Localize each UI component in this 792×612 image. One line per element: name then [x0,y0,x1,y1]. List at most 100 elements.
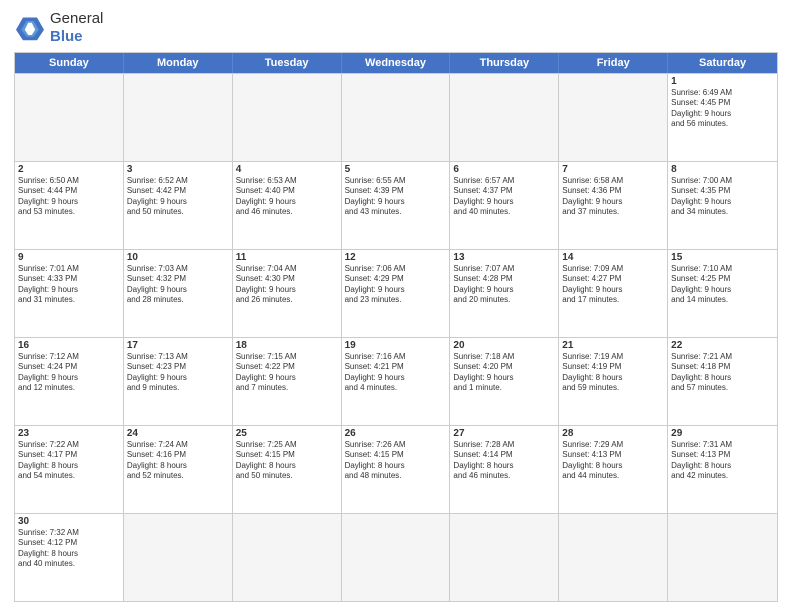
day-info: Sunrise: 7:07 AM Sunset: 4:28 PM Dayligh… [453,264,555,306]
calendar-cell: 9Sunrise: 7:01 AM Sunset: 4:33 PM Daylig… [15,250,124,337]
day-info: Sunrise: 7:03 AM Sunset: 4:32 PM Dayligh… [127,264,229,306]
calendar-cell: 3Sunrise: 6:52 AM Sunset: 4:42 PM Daylig… [124,162,233,249]
calendar-row-4: 23Sunrise: 7:22 AM Sunset: 4:17 PM Dayli… [15,425,777,513]
header-day-saturday: Saturday [668,53,777,73]
calendar-cell: 14Sunrise: 7:09 AM Sunset: 4:27 PM Dayli… [559,250,668,337]
calendar-cell: 25Sunrise: 7:25 AM Sunset: 4:15 PM Dayli… [233,426,342,513]
calendar-row-5: 30Sunrise: 7:32 AM Sunset: 4:12 PM Dayli… [15,513,777,601]
day-number: 23 [18,428,120,439]
calendar-body: 1Sunrise: 6:49 AM Sunset: 4:45 PM Daylig… [15,73,777,601]
day-number: 17 [127,340,229,351]
day-number: 12 [345,252,447,263]
calendar-cell: 30Sunrise: 7:32 AM Sunset: 4:12 PM Dayli… [15,514,124,601]
header-day-thursday: Thursday [450,53,559,73]
header: General Blue [14,10,778,46]
day-info: Sunrise: 7:31 AM Sunset: 4:13 PM Dayligh… [671,440,774,482]
day-number: 18 [236,340,338,351]
day-info: Sunrise: 7:22 AM Sunset: 4:17 PM Dayligh… [18,440,120,482]
calendar-row-3: 16Sunrise: 7:12 AM Sunset: 4:24 PM Dayli… [15,337,777,425]
calendar-cell: 6Sunrise: 6:57 AM Sunset: 4:37 PM Daylig… [450,162,559,249]
calendar-cell [450,514,559,601]
logo: General Blue [14,10,103,46]
calendar-row-0: 1Sunrise: 6:49 AM Sunset: 4:45 PM Daylig… [15,73,777,161]
page: General Blue SundayMondayTuesdayWednesda… [0,0,792,612]
calendar-cell [233,74,342,161]
day-number: 21 [562,340,664,351]
day-number: 11 [236,252,338,263]
day-info: Sunrise: 6:57 AM Sunset: 4:37 PM Dayligh… [453,176,555,218]
calendar-cell: 13Sunrise: 7:07 AM Sunset: 4:28 PM Dayli… [450,250,559,337]
day-info: Sunrise: 7:25 AM Sunset: 4:15 PM Dayligh… [236,440,338,482]
calendar: SundayMondayTuesdayWednesdayThursdayFrid… [14,52,778,602]
calendar-cell [342,74,451,161]
day-info: Sunrise: 7:13 AM Sunset: 4:23 PM Dayligh… [127,352,229,394]
day-number: 7 [562,164,664,175]
day-number: 27 [453,428,555,439]
day-info: Sunrise: 7:09 AM Sunset: 4:27 PM Dayligh… [562,264,664,306]
day-info: Sunrise: 6:55 AM Sunset: 4:39 PM Dayligh… [345,176,447,218]
day-number: 25 [236,428,338,439]
calendar-cell: 24Sunrise: 7:24 AM Sunset: 4:16 PM Dayli… [124,426,233,513]
day-info: Sunrise: 6:50 AM Sunset: 4:44 PM Dayligh… [18,176,120,218]
day-info: Sunrise: 6:52 AM Sunset: 4:42 PM Dayligh… [127,176,229,218]
header-day-monday: Monday [124,53,233,73]
calendar-cell: 23Sunrise: 7:22 AM Sunset: 4:17 PM Dayli… [15,426,124,513]
day-number: 24 [127,428,229,439]
day-number: 13 [453,252,555,263]
calendar-cell: 29Sunrise: 7:31 AM Sunset: 4:13 PM Dayli… [668,426,777,513]
day-number: 3 [127,164,229,175]
calendar-cell: 19Sunrise: 7:16 AM Sunset: 4:21 PM Dayli… [342,338,451,425]
day-info: Sunrise: 7:15 AM Sunset: 4:22 PM Dayligh… [236,352,338,394]
day-number: 6 [453,164,555,175]
calendar-cell: 8Sunrise: 7:00 AM Sunset: 4:35 PM Daylig… [668,162,777,249]
day-number: 29 [671,428,774,439]
day-info: Sunrise: 7:16 AM Sunset: 4:21 PM Dayligh… [345,352,447,394]
header-day-friday: Friday [559,53,668,73]
calendar-cell: 7Sunrise: 6:58 AM Sunset: 4:36 PM Daylig… [559,162,668,249]
calendar-cell [342,514,451,601]
calendar-cell [668,514,777,601]
day-number: 16 [18,340,120,351]
calendar-cell: 16Sunrise: 7:12 AM Sunset: 4:24 PM Dayli… [15,338,124,425]
day-number: 4 [236,164,338,175]
day-number: 9 [18,252,120,263]
day-number: 8 [671,164,774,175]
day-number: 15 [671,252,774,263]
calendar-cell: 20Sunrise: 7:18 AM Sunset: 4:20 PM Dayli… [450,338,559,425]
calendar-cell [559,74,668,161]
calendar-cell: 1Sunrise: 6:49 AM Sunset: 4:45 PM Daylig… [668,74,777,161]
header-day-sunday: Sunday [15,53,124,73]
day-number: 20 [453,340,555,351]
day-info: Sunrise: 7:04 AM Sunset: 4:30 PM Dayligh… [236,264,338,306]
calendar-cell [559,514,668,601]
day-number: 2 [18,164,120,175]
calendar-cell [124,74,233,161]
day-info: Sunrise: 7:29 AM Sunset: 4:13 PM Dayligh… [562,440,664,482]
calendar-cell: 12Sunrise: 7:06 AM Sunset: 4:29 PM Dayli… [342,250,451,337]
day-number: 1 [671,76,774,87]
calendar-cell [124,514,233,601]
calendar-cell: 27Sunrise: 7:28 AM Sunset: 4:14 PM Dayli… [450,426,559,513]
day-info: Sunrise: 7:00 AM Sunset: 4:35 PM Dayligh… [671,176,774,218]
day-info: Sunrise: 7:26 AM Sunset: 4:15 PM Dayligh… [345,440,447,482]
header-day-wednesday: Wednesday [342,53,451,73]
calendar-cell: 22Sunrise: 7:21 AM Sunset: 4:18 PM Dayli… [668,338,777,425]
calendar-cell: 5Sunrise: 6:55 AM Sunset: 4:39 PM Daylig… [342,162,451,249]
day-info: Sunrise: 6:53 AM Sunset: 4:40 PM Dayligh… [236,176,338,218]
day-number: 14 [562,252,664,263]
calendar-row-1: 2Sunrise: 6:50 AM Sunset: 4:44 PM Daylig… [15,161,777,249]
day-info: Sunrise: 7:21 AM Sunset: 4:18 PM Dayligh… [671,352,774,394]
day-number: 28 [562,428,664,439]
calendar-header: SundayMondayTuesdayWednesdayThursdayFrid… [15,53,777,73]
day-number: 10 [127,252,229,263]
day-info: Sunrise: 7:32 AM Sunset: 4:12 PM Dayligh… [18,528,120,570]
day-number: 22 [671,340,774,351]
day-number: 30 [18,516,120,527]
day-info: Sunrise: 7:24 AM Sunset: 4:16 PM Dayligh… [127,440,229,482]
logo-text: General Blue [50,10,103,46]
day-number: 5 [345,164,447,175]
day-info: Sunrise: 7:12 AM Sunset: 4:24 PM Dayligh… [18,352,120,394]
calendar-cell: 21Sunrise: 7:19 AM Sunset: 4:19 PM Dayli… [559,338,668,425]
day-info: Sunrise: 7:10 AM Sunset: 4:25 PM Dayligh… [671,264,774,306]
calendar-cell: 4Sunrise: 6:53 AM Sunset: 4:40 PM Daylig… [233,162,342,249]
